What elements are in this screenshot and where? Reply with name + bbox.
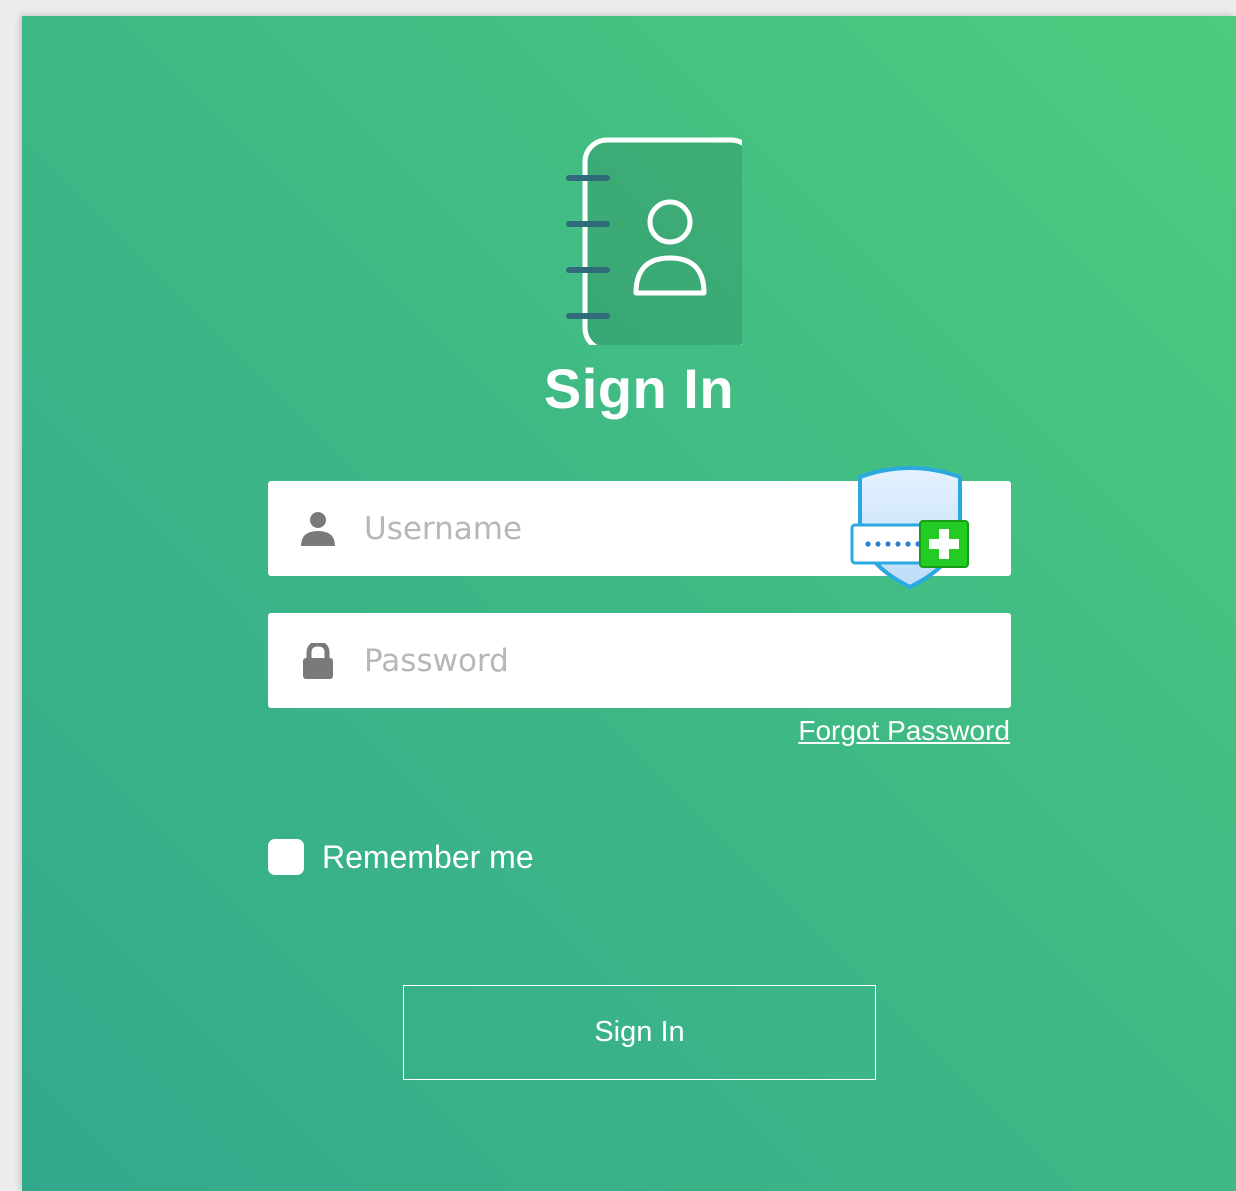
sign-in-button[interactable]: Sign In — [403, 985, 876, 1080]
password-manager-shield-icon[interactable] — [846, 463, 974, 591]
window-frame: Sign In Username Forgot Password Remembe… — [0, 0, 1236, 1191]
remember-me-checkbox[interactable] — [268, 839, 304, 875]
remember-me-option[interactable]: Remember me — [268, 837, 534, 877]
remember-me-label: Remember me — [322, 838, 534, 875]
user-icon — [301, 512, 335, 546]
password-input[interactable] — [364, 613, 864, 708]
lock-icon — [303, 643, 333, 679]
forgot-password-link[interactable]: Forgot Password — [798, 715, 1010, 747]
contact-book-icon — [566, 137, 742, 345]
password-field[interactable] — [268, 613, 1011, 708]
username-input[interactable] — [364, 481, 864, 576]
page-title: Sign In — [543, 357, 735, 420]
